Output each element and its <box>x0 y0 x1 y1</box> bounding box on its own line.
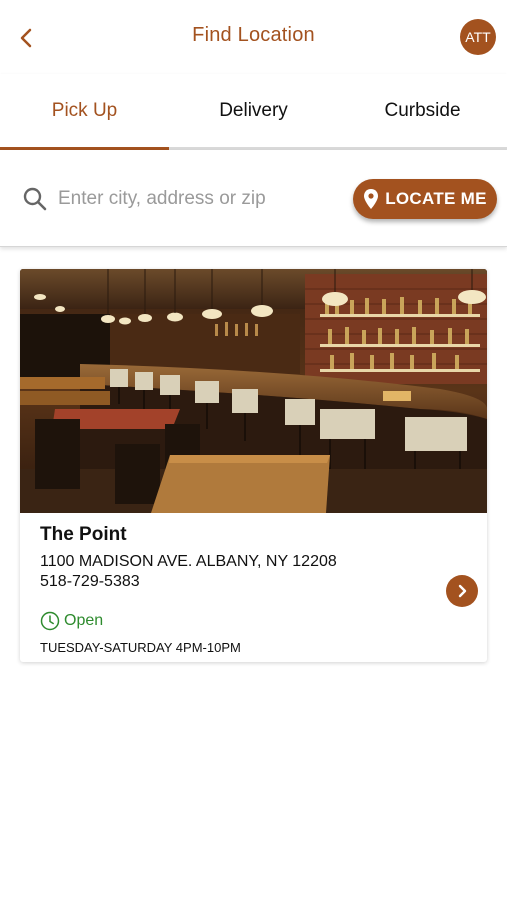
location-photo <box>20 269 487 513</box>
open-status: Open <box>40 611 103 631</box>
clock-icon <box>40 611 60 631</box>
location-name: The Point <box>40 524 127 545</box>
location-phone[interactable]: 518-729-5383 <box>40 573 140 591</box>
search-input[interactable] <box>58 180 338 218</box>
tab-delivery[interactable]: Delivery <box>169 74 338 147</box>
location-hours: TUESDAY-SATURDAY 4PM-10PM <box>40 640 241 655</box>
tab-curbside[interactable]: Curbside <box>338 74 507 147</box>
search-bar: LOCATE ME <box>0 150 507 247</box>
tab-pick-up[interactable]: Pick Up <box>0 74 169 150</box>
location-details-button[interactable] <box>446 575 478 607</box>
avatar[interactable]: ATT <box>460 19 496 55</box>
page-title: Find Location <box>192 24 315 46</box>
search-icon <box>23 187 47 211</box>
map-pin-icon <box>364 189 379 209</box>
chevron-right-icon <box>458 584 467 598</box>
locate-me-label: LOCATE ME <box>385 189 487 208</box>
location-card[interactable]: The Point 1100 MADISON AVE. ALBANY, NY 1… <box>20 269 487 662</box>
app-header: Find Location ATT <box>0 0 507 74</box>
open-status-label: Open <box>64 612 104 629</box>
order-type-tabs: Pick Up Delivery Curbside <box>0 74 507 150</box>
locate-me-button[interactable]: LOCATE ME <box>353 179 497 219</box>
location-address: 1100 MADISON AVE. ALBANY, NY 12208 <box>40 553 337 570</box>
